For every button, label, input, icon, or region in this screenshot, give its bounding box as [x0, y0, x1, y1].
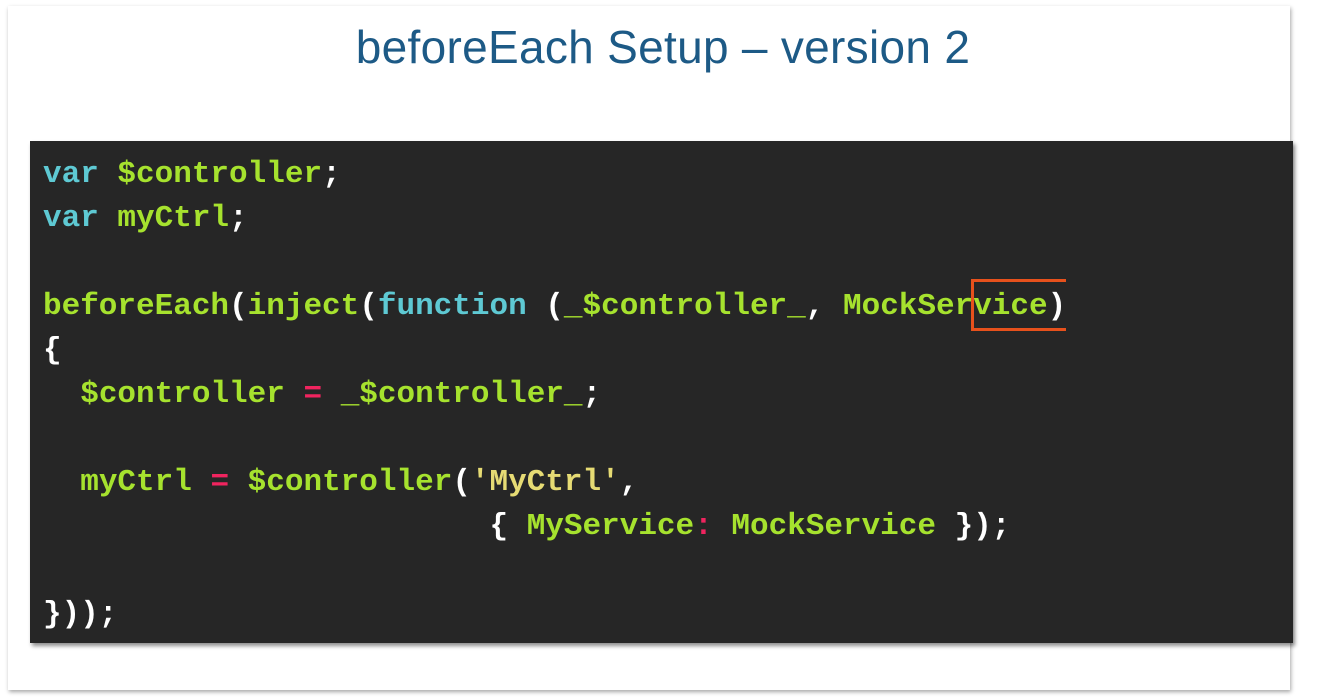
colon: :: [694, 509, 713, 544]
paren-open: (: [359, 289, 378, 324]
brace-close: });: [936, 509, 1011, 544]
keyword-var: var: [43, 157, 99, 192]
keyword-function: function: [377, 289, 527, 324]
identifier-myctrl: myCtrl: [117, 201, 230, 236]
code-line-2: var myCtrl;: [43, 201, 248, 236]
paren-open: (: [526, 289, 564, 324]
paren-close: ): [1047, 289, 1067, 324]
key-myservice: MyService: [526, 509, 695, 544]
identifier-controller: $controller: [247, 465, 453, 500]
slide-title: beforeEach Setup – version 2: [355, 21, 971, 73]
code-line-8: }));: [43, 597, 118, 632]
param-controller: _$controller_: [563, 289, 806, 324]
comma: ,: [619, 465, 639, 500]
paren-open: (: [452, 465, 471, 500]
code-block: var $controller; var myCtrl; beforeEach(…: [30, 141, 1293, 643]
identifier-controller-injected: _$controller_: [340, 377, 583, 412]
code-line-1: var $controller;: [43, 157, 341, 192]
identifier-myctrl: myCtrl: [80, 465, 192, 500]
slide: beforeEach Setup – version 2 var $contro…: [8, 6, 1293, 690]
value-mockservice: MockService: [731, 509, 936, 544]
semicolon: ;: [322, 157, 341, 192]
code-line-6: myCtrl = $controller('MyCtrl',: [43, 465, 638, 500]
semicolon: ;: [229, 201, 248, 236]
semicolon: ;: [582, 377, 602, 412]
paren-open: (: [229, 289, 248, 324]
param-mockservice: MockService: [842, 289, 1048, 324]
assign-operator: =: [210, 465, 230, 500]
identifier-beforeeach: beforeEach: [43, 289, 230, 324]
code-line-3: beforeEach(inject(function (_$controller…: [43, 289, 1066, 324]
identifier-controller: $controller: [80, 377, 285, 412]
code-line-7: { MyService: MockService });: [43, 509, 1010, 544]
code-line-5: $controller = _$controller_;: [43, 377, 601, 412]
comma: ,: [805, 289, 843, 324]
keyword-var: var: [43, 201, 99, 236]
identifier-inject: inject: [247, 289, 360, 324]
assign-operator: =: [303, 377, 323, 412]
code-listing: var $controller; var myCtrl; beforeEach(…: [43, 153, 1066, 637]
brace-open: {: [489, 509, 527, 544]
identifier-controller: $controller: [117, 157, 323, 192]
code-line-4: {: [43, 333, 62, 368]
string-myctrl: 'MyCtrl': [470, 465, 620, 500]
